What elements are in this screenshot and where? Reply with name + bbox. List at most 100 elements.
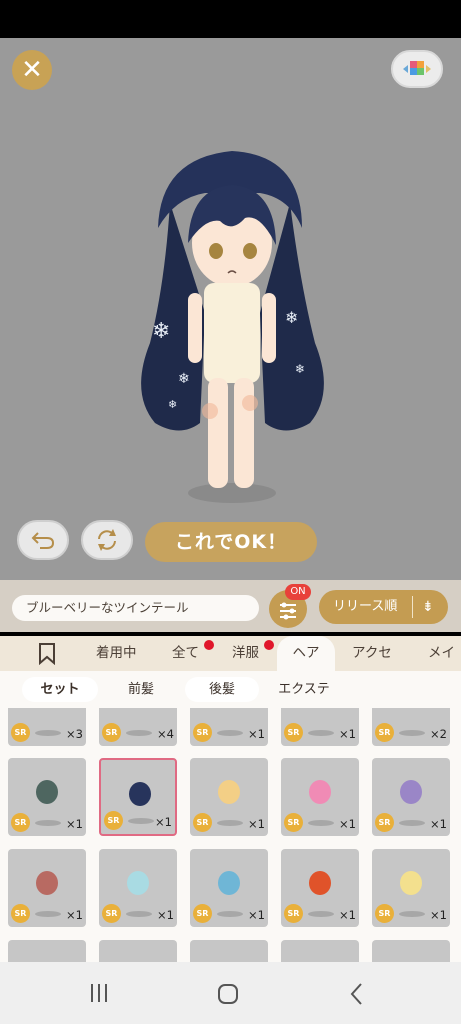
subtab-front-hair[interactable]: 前髪 (110, 677, 172, 702)
item-shadow (399, 911, 425, 917)
item-shadow (35, 730, 61, 736)
hair-item[interactable] (190, 940, 268, 962)
rarity-badge: SR (193, 904, 212, 923)
svg-text:❄: ❄ (285, 308, 298, 327)
item-shadow (35, 820, 61, 826)
hair-thumbnail (129, 782, 151, 806)
subtab-back-hair[interactable]: 後髪 (185, 677, 259, 702)
palette-button[interactable] (391, 50, 443, 88)
back-icon[interactable] (346, 982, 368, 1006)
hair-item[interactable] (99, 940, 177, 962)
filter-on-badge: ON (285, 584, 311, 600)
rarity-badge: SR (284, 904, 303, 923)
sort-label: リリース順 (333, 599, 398, 614)
item-count: ×1 (155, 815, 172, 829)
item-shadow (308, 820, 334, 826)
tab-clothes-notification-dot (264, 640, 274, 650)
status-bar (0, 0, 461, 38)
avatar-character: ❄ ❄ ❄ ❄ ❄ (141, 151, 324, 503)
hair-thumbnail (36, 871, 58, 895)
hair-thumbnail (309, 871, 331, 895)
item-count: ×1 (430, 908, 447, 922)
rarity-badge: SR (193, 723, 212, 742)
avatar-preview-stage: ✕ ❄ ❄ ❄ ❄ ❄ これでOK！ (0, 38, 461, 580)
hair-item[interactable]: SR ×1 (190, 708, 268, 746)
system-nav-bar (0, 962, 461, 1024)
item-shadow (399, 820, 425, 826)
rarity-badge: SR (11, 904, 30, 923)
rarity-badge: SR (102, 904, 121, 923)
hair-item[interactable]: SR ×1 (372, 849, 450, 927)
recent-apps-icon[interactable] (88, 982, 110, 1004)
undo-icon (31, 532, 55, 549)
hair-thumbnail (218, 871, 240, 895)
hair-item[interactable]: SR ×3 (8, 708, 86, 746)
tab-wearing[interactable]: 着用中 (96, 636, 137, 671)
hair-subtabs: セット 前髪 後髪 エクステ (0, 671, 461, 708)
item-count: ×3 (66, 727, 83, 741)
hair-item[interactable] (8, 940, 86, 962)
tab-all[interactable]: 全て (172, 636, 199, 671)
hair-item[interactable]: SR ×1 (99, 849, 177, 927)
item-count: ×1 (339, 908, 356, 922)
sort-direction-icon[interactable]: ⇟ (422, 590, 434, 624)
item-count: ×1 (248, 727, 265, 741)
close-button[interactable]: ✕ (12, 50, 52, 90)
subtab-set[interactable]: セット (22, 677, 98, 702)
bookmark-icon (39, 643, 55, 666)
hair-thumbnail (400, 780, 422, 804)
hair-item[interactable]: SR ×1 (190, 758, 268, 836)
hair-item[interactable]: SR ×4 (99, 708, 177, 746)
color-palette-icon (403, 61, 431, 75)
item-shadow (399, 730, 425, 736)
tab-makeup[interactable]: メイ (428, 636, 455, 671)
selected-item-name: ブルーベリーなツインテール (12, 595, 259, 621)
item-shadow (308, 730, 334, 736)
hair-thumbnail (127, 871, 149, 895)
hair-item[interactable]: SR ×1 (281, 708, 359, 746)
rarity-badge: SR (11, 813, 30, 832)
hair-item-selected[interactable]: SR ×1 (99, 758, 177, 836)
item-grid: SR ×3 SR ×4 SR ×1 SR ×1 SR ×2 SR ×1 SR ×1 SR ×1 … (0, 708, 461, 962)
hair-item[interactable]: SR ×2 (372, 708, 450, 746)
item-count: ×1 (157, 908, 174, 922)
close-icon: ✕ (21, 55, 43, 85)
hair-item[interactable]: SR ×1 (372, 758, 450, 836)
item-count: ×1 (66, 817, 83, 831)
hair-item[interactable]: SR ×1 (8, 849, 86, 927)
tab-hair[interactable]: ヘア (277, 636, 335, 671)
undo-button[interactable] (17, 520, 69, 560)
item-shadow (35, 911, 61, 917)
item-count: ×1 (248, 908, 265, 922)
confirm-ok-button[interactable]: これでOK！ (145, 522, 317, 562)
item-count: ×2 (430, 727, 447, 741)
tab-all-notification-dot (204, 640, 214, 650)
tab-clothes[interactable]: 洋服 (232, 636, 259, 671)
sort-divider (412, 596, 413, 618)
item-count: ×1 (248, 817, 265, 831)
hair-item[interactable]: SR ×1 (281, 849, 359, 927)
reset-button[interactable] (81, 520, 133, 560)
item-shadow (217, 911, 243, 917)
rarity-badge: SR (375, 904, 394, 923)
hair-item[interactable] (281, 940, 359, 962)
bookmark-tab[interactable] (38, 636, 64, 671)
refresh-icon (98, 529, 116, 551)
hair-item[interactable]: SR ×1 (281, 758, 359, 836)
item-shadow (126, 911, 152, 917)
item-count: ×1 (339, 817, 356, 831)
hair-item[interactable]: SR ×1 (8, 758, 86, 836)
item-count: ×1 (430, 817, 447, 831)
sort-order-button[interactable]: リリース順 ⇟ (319, 590, 448, 624)
home-icon[interactable] (216, 982, 240, 1006)
hair-thumbnail (36, 780, 58, 804)
hair-item[interactable] (372, 940, 450, 962)
subtab-extensions[interactable]: エクステ (268, 677, 340, 702)
rarity-badge: SR (11, 723, 30, 742)
tab-accessories[interactable]: アクセ (352, 636, 392, 671)
rarity-badge: SR (375, 813, 394, 832)
item-shadow (217, 820, 243, 826)
hair-item[interactable]: SR ×1 (190, 849, 268, 927)
svg-text:❄: ❄ (168, 398, 177, 411)
rarity-badge: SR (284, 723, 303, 742)
